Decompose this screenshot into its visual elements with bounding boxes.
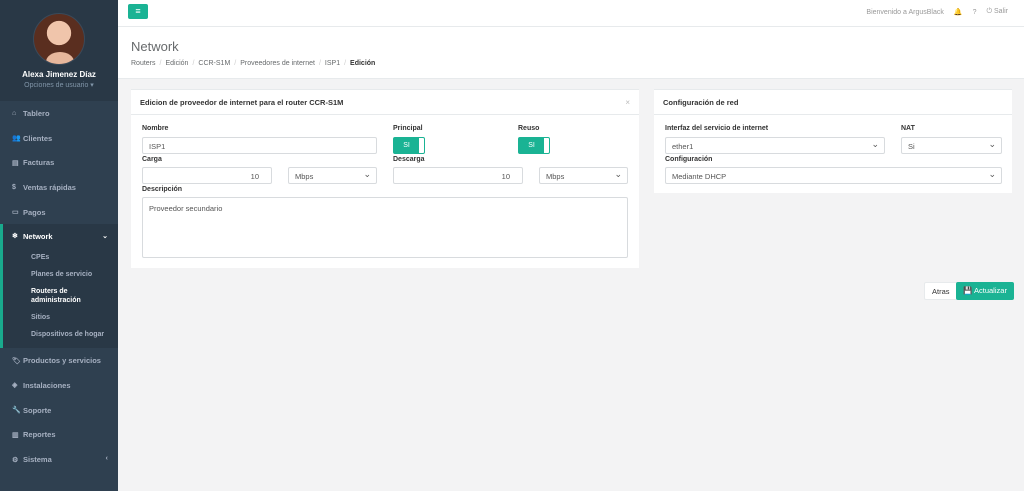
submenu-item-planes[interactable]: Planes de servicio [12,266,112,283]
breadcrumb-item[interactable]: ISP1 [325,60,340,67]
breadcrumb-item[interactable]: Routers [131,60,156,67]
logout-link[interactable]: ⏻ Salir [986,8,1008,16]
reuso-toggle[interactable]: SI [518,137,550,154]
tag-icon: 🏷 [12,357,21,365]
help-icon[interactable]: ? [973,9,977,16]
users-icon: 👥 [12,135,21,143]
sidebar-item-label: Sistema [23,455,52,465]
dollar-icon: $ [12,183,16,191]
principal-toggle[interactable]: SI [393,137,425,154]
breadcrumb-current: Edición [350,60,376,67]
panel-title: Configuración de red [654,90,1012,115]
sidebar-item-pagos[interactable]: ▭ Pagos [0,200,118,225]
nombre-input[interactable]: ISP1 [142,137,377,154]
nat-select[interactable]: Si [901,137,1002,154]
close-icon[interactable]: × [625,98,630,107]
network-config-panel: Configuración de red Interfaz del servic… [654,89,1012,193]
sidebar-item-label: Instalaciones [23,380,71,390]
sidebar-item-ventas-rapidas[interactable]: $ Ventas rápidas [0,175,118,200]
invoice-icon: ▤ [12,159,19,167]
sidebar-item-label: Ventas rápidas [23,182,76,192]
sidebar-item-instalaciones[interactable]: ◈ Instalaciones [0,373,118,398]
welcome-text: Bienvenido a ArgusBlack [866,8,944,16]
carga-unit-select[interactable]: Mbps [288,167,377,184]
user-name: Alexa Jimenez Díaz [22,70,96,79]
sidebar: Alexa Jimenez Díaz Opciones de usuario ▾… [0,0,118,491]
sidebar-item-sistema[interactable]: ⚙ Sistema ‹ [0,447,118,472]
reuso-label: Reuso [518,125,540,132]
descarga-unit-select[interactable]: Mbps [539,167,628,184]
descarga-label: Descarga [393,156,425,163]
page-title: Network [131,39,179,54]
logout-label: Salir [993,8,1008,15]
carga-label: Carga [142,156,162,163]
interfaz-label: Interfaz del servicio de internet [665,125,769,132]
submenu-item-routers[interactable]: Routers de administración [12,283,112,309]
sidebar-item-label: Clientes [23,133,53,143]
nombre-label: Nombre [142,125,169,132]
page-header: Network Routers / Edición / CCR-S1M / Prove… [118,27,1024,79]
descripcion-textarea[interactable]: Proveedor secundario [142,197,628,258]
breadcrumb-item[interactable]: Proveedores de internet [240,60,315,67]
descripcion-label: Descripción [142,186,183,193]
isp-edit-panel: Edicion de proveedor de internet para el… [131,89,639,268]
logout-icon: ⏻ [986,8,993,15]
carga-input[interactable]: 10 [142,167,272,184]
toggle-on-label: SI [519,138,544,153]
submenu-item-sitios[interactable]: Sitios [12,309,112,326]
user-options-dropdown[interactable]: Opciones de usuario ▾ [0,81,118,89]
sidebar-item-clientes[interactable]: 👥 Clientes [0,126,118,151]
sidebar-item-label: Soporte [23,405,52,415]
sidebar-item-label: Pagos [23,207,46,217]
back-button[interactable]: Atras [924,282,958,300]
panel-title: Edicion de proveedor de internet para el… [131,90,639,115]
submenu-item-cpes[interactable]: CPEs [12,249,112,266]
sidebar-item-label: Productos y servicios [23,356,101,366]
topbar-right: Bienvenido a ArgusBlack 🔔 ? ⏻ Salir [866,8,1008,16]
update-button[interactable]: 💾 Actualizar [956,282,1014,300]
submenu-item-dispositivos[interactable]: Dispositivos de hogar [12,326,112,343]
bell-icon[interactable]: 🔔 [954,8,963,16]
sidebar-nav: ⌂ Tablero 👥 Clientes ▤ Facturas $ Ventas ráp… [0,101,118,472]
sidebar-item-network[interactable]: ❄ Network ⌄ CPEs Planes de servicio Route… [0,224,118,349]
sidebar-item-label: Facturas [23,158,55,168]
chevron-left-icon: ‹ [105,455,108,463]
chevron-down-icon: ⌄ [102,233,108,241]
nat-label: NAT [901,125,915,132]
principal-label: Principal [393,125,423,132]
sidebar-item-reportes[interactable]: ▥ Reportes [0,423,118,448]
sidebar-item-label: Network [23,231,53,241]
install-icon: ◈ [12,382,18,390]
sidebar-item-facturas[interactable]: ▤ Facturas [0,150,118,175]
sidebar-item-label: Reportes [23,430,56,440]
breadcrumb-item[interactable]: CCR-S1M [198,60,230,67]
sidebar-item-label: Tablero [23,108,50,118]
wrench-icon: 🔧 [12,407,21,415]
sidebar-item-productos[interactable]: 🏷 Productos y servicios [0,348,118,373]
descarga-input[interactable]: 10 [393,167,523,184]
configuracion-select[interactable]: Mediante DHCP [665,167,1002,184]
menu-toggle-button[interactable]: ≡ [128,4,148,19]
sidebar-item-soporte[interactable]: 🔧 Soporte [0,398,118,423]
avatar[interactable] [33,13,85,65]
configuracion-label: Configuración [665,156,713,163]
toggle-on-label: SI [394,138,419,153]
profile: Alexa Jimenez Díaz Opciones de usuario ▾ [0,0,118,101]
interfaz-select[interactable]: ether1 [665,137,885,154]
report-icon: ▥ [12,431,19,439]
gear-icon: ⚙ [12,456,19,464]
dashboard-icon: ⌂ [12,109,17,117]
breadcrumb-item[interactable]: Edición [165,60,188,67]
breadcrumb: Routers / Edición / CCR-S1M / Proveedores d… [131,60,376,67]
top-navbar: ≡ Bienvenido a ArgusBlack 🔔 ? ⏻ Salir [118,0,1024,27]
payment-icon: ▭ [12,209,19,217]
network-submenu: CPEs Planes de servicio Routers de admin… [12,249,112,343]
snowflake-icon: ❄ [12,233,18,241]
sidebar-item-tablero[interactable]: ⌂ Tablero [0,101,118,126]
